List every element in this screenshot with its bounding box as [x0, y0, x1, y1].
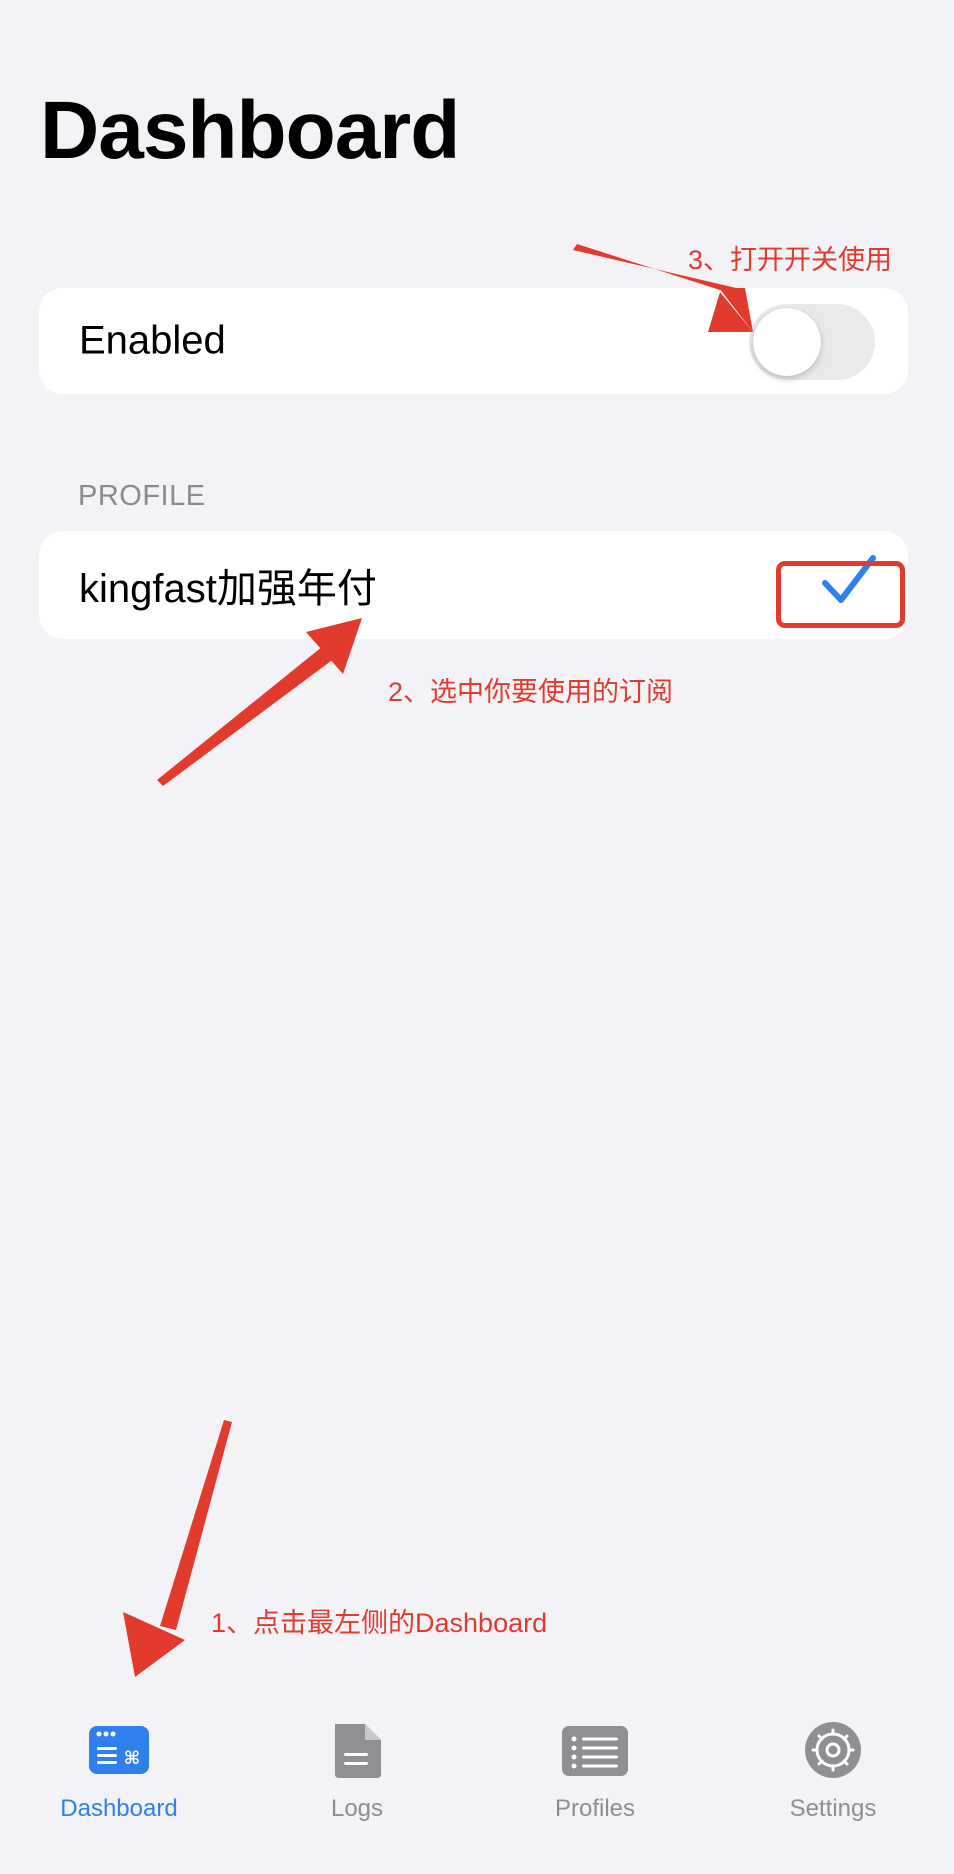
document-icon [335, 1724, 381, 1778]
enabled-label: Enabled [79, 318, 226, 363]
arrow-to-tab [160, 1420, 232, 1630]
list-icon [562, 1726, 628, 1776]
tab-dashboard-label: Dashboard [60, 1795, 178, 1822]
tab-logs-label: Logs [330, 1795, 384, 1822]
dashboard-icon: ⌘ [89, 1726, 149, 1774]
arrow-to-tab-head [123, 1612, 185, 1677]
svg-text:⌘: ⌘ [124, 1748, 141, 1769]
tab-settings[interactable]: Settings [714, 1720, 952, 1840]
enabled-toggle[interactable] [749, 304, 875, 380]
arrow-to-profile [157, 646, 335, 786]
annotation-step3: 3、打开开关使用 [688, 245, 893, 275]
profile-section-header: PROFILE [78, 480, 206, 512]
annotation-step2: 2、选中你要使用的订阅 [388, 677, 674, 707]
tab-dashboard[interactable]: ⌘ Dashboard [0, 1720, 238, 1840]
annotation-highlight-box [776, 561, 905, 628]
tab-profiles[interactable]: Profiles [476, 1720, 714, 1840]
tab-logs[interactable]: Logs [238, 1720, 476, 1840]
gear-icon [805, 1722, 861, 1778]
tab-profiles-label: Profiles [554, 1795, 636, 1822]
annotation-step1: 1、点击最左侧的Dashboard [211, 1608, 548, 1638]
annotation-arrows [123, 244, 753, 1677]
tab-settings-label: Settings [789, 1795, 877, 1822]
tab-bar: ⌘ Dashboard Logs Profiles Settings [0, 1700, 954, 1874]
page-title: Dashboard [40, 85, 460, 176]
enabled-row: Enabled [39, 288, 908, 394]
toggle-knob [753, 308, 821, 376]
profile-name: kingfast加强年付 [79, 567, 377, 611]
